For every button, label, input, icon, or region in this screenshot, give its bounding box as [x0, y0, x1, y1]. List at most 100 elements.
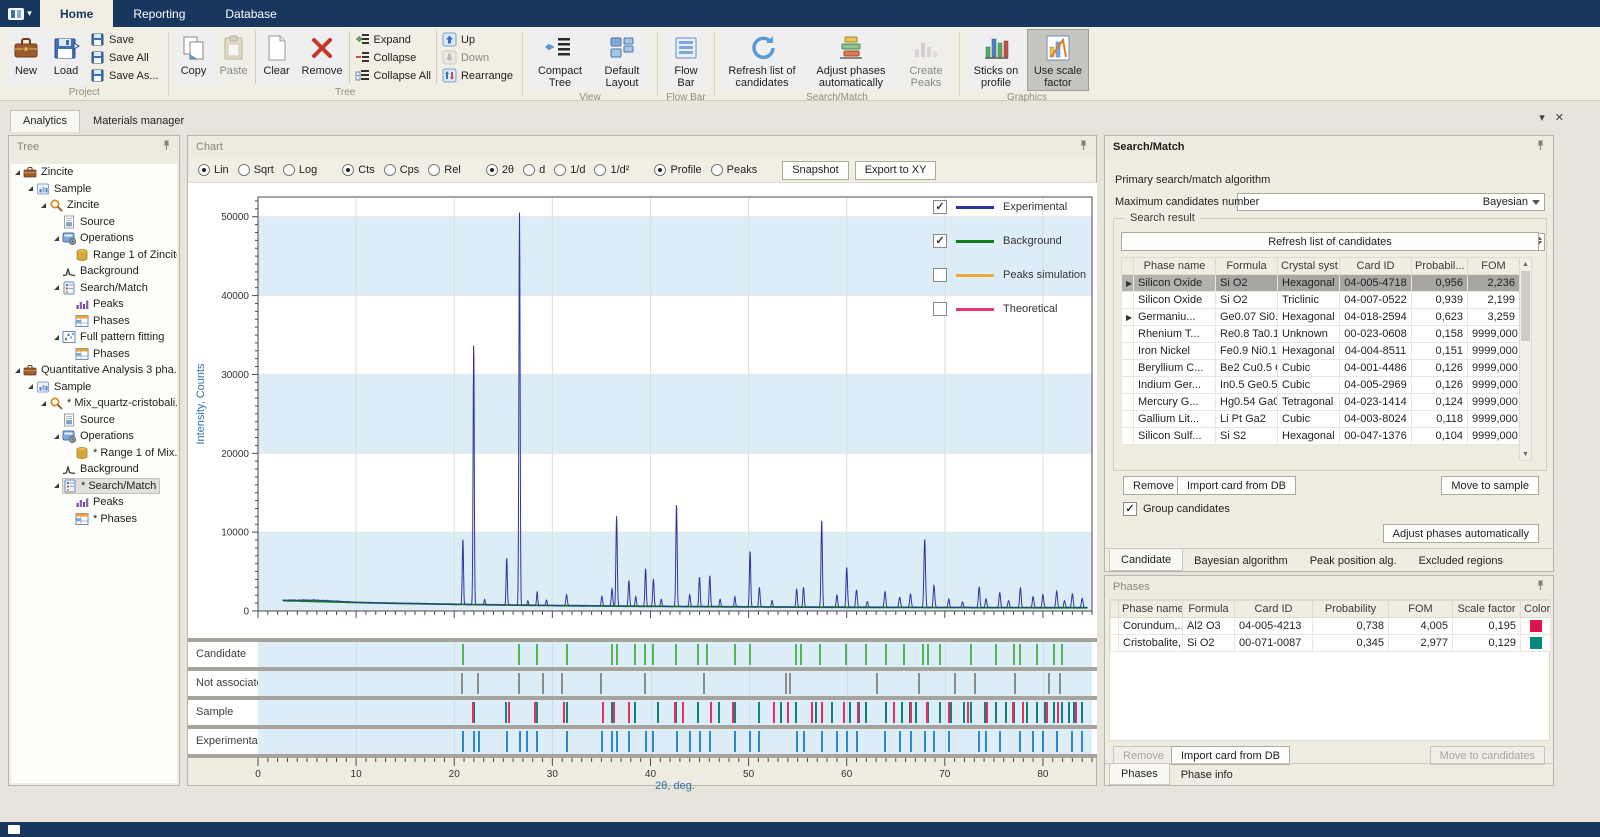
expander-icon[interactable] — [54, 285, 59, 290]
column-header-formula[interactable]: Formula — [1183, 601, 1235, 618]
snapshot-button[interactable]: Snapshot — [782, 161, 848, 180]
ribbon-button-load[interactable]: Load — [46, 29, 86, 86]
ribbon-button-flow-bar[interactable]: Flow Bar — [663, 29, 709, 91]
pin-icon[interactable] — [162, 140, 171, 154]
phases-tab-phases[interactable]: Phases — [1109, 764, 1170, 785]
tree-item-mix-quartz-cristobali[interactable]: * Mix_quartz-cristobali... — [11, 395, 177, 412]
ribbon-button-clear[interactable]: Clear — [257, 29, 297, 86]
candidate-row[interactable]: Beryllium C...Be2 Cu0.5 G...Cubic04-001-… — [1122, 360, 1520, 377]
column-header-scale-factor[interactable]: Scale factor — [1453, 601, 1521, 618]
ribbon-button-save[interactable]: Save — [86, 31, 163, 49]
tree-item-phases[interactable]: Phases — [11, 346, 177, 363]
phase-row[interactable]: Corundum,...Al2 O304-005-42130,7384,0050… — [1111, 618, 1551, 635]
ribbon-button-expand[interactable]: Expand — [351, 31, 435, 49]
tree-item-phases[interactable]: * Phases — [11, 511, 177, 528]
column-header-probability[interactable]: Probability — [1313, 601, 1389, 618]
display-radio-peaks[interactable]: Peaks — [711, 164, 758, 176]
candidate-row[interactable]: Mercury G...Hg0.54 Ga0....Tetragonal04-0… — [1122, 394, 1520, 411]
ribbon-button-rearrange[interactable]: Rearrange — [438, 67, 517, 85]
scale-radio-sqrt[interactable]: Sqrt — [238, 164, 274, 176]
legend-checkbox-background[interactable] — [933, 234, 947, 248]
expander-icon[interactable] — [15, 368, 20, 373]
move-to-sample-button[interactable]: Move to sample — [1441, 476, 1539, 495]
ribbon-button-paste[interactable]: Paste — [214, 29, 254, 86]
expander-icon[interactable] — [41, 203, 46, 208]
searchmatch-tab-candidate[interactable]: Candidate — [1109, 550, 1183, 571]
table-scrollbar[interactable]: ▲▼ — [1519, 257, 1532, 461]
column-header-card-id[interactable]: Card ID — [1235, 601, 1313, 618]
doc-tab-analytics[interactable]: Analytics — [10, 110, 80, 132]
expander-icon[interactable] — [54, 236, 59, 241]
menu-tab-reporting[interactable]: Reporting — [113, 0, 205, 27]
menu-tab-home[interactable]: Home — [40, 0, 113, 27]
searchmatch-tab-excluded-regions[interactable]: Excluded regions — [1408, 551, 1514, 571]
ribbon-button-down[interactable]: Down — [438, 49, 517, 67]
phases-tab-phase-info[interactable]: Phase info — [1170, 765, 1244, 785]
expander-icon[interactable] — [54, 434, 59, 439]
column-header-crystal-syst[interactable]: Crystal syst... — [1278, 258, 1340, 275]
column-header-fom[interactable]: FOM — [1389, 601, 1453, 618]
legend-checkbox-peaks-simulation[interactable] — [933, 268, 947, 282]
algorithm-select[interactable]: Bayesian — [1237, 193, 1545, 211]
tree-item-zincite[interactable]: Zincite — [11, 197, 177, 214]
import-card-button[interactable]: Import card from DB — [1177, 476, 1296, 495]
xaxis-radio-2[interactable]: 2θ — [486, 164, 514, 176]
pin-icon[interactable] — [1536, 580, 1545, 594]
xaxis-radio-d[interactable]: d — [523, 164, 545, 176]
candidate-row[interactable]: Rhenium T...Re0.8 Ta0.1...Unknown00-023-… — [1122, 326, 1520, 343]
searchmatch-tab-bayesian-algorithm[interactable]: Bayesian algorithm — [1183, 551, 1299, 571]
units-radio-rel[interactable]: Rel — [428, 164, 461, 176]
units-radio-cps[interactable]: Cps — [384, 164, 420, 176]
tree-item-phases[interactable]: Phases — [11, 313, 177, 330]
app-menu-button[interactable]: ▾ — [0, 0, 40, 27]
column-header-color[interactable]: Color — [1521, 601, 1551, 618]
tree-item-search-match[interactable]: Search/Match — [11, 280, 177, 297]
candidate-row[interactable]: ▶Germaniu...Ge0.07 Si0.9...Hexagonal04-0… — [1122, 309, 1520, 326]
xaxis-radio-1-d[interactable]: 1/d² — [594, 164, 629, 176]
ribbon-button-new[interactable]: New — [6, 29, 46, 86]
candidate-row[interactable]: Silicon OxideSi O2Triclinic04-007-05220,… — [1122, 292, 1520, 309]
ribbon-button-sticks-on-profile[interactable]: Sticks on profile — [965, 29, 1027, 91]
ribbon-button-copy[interactable]: Copy — [174, 29, 214, 86]
ribbon-button-adjust-phases-automatically[interactable]: Adjust phases automatically — [804, 29, 898, 91]
tree-item-sample[interactable]: Sample — [11, 379, 177, 396]
tree-item-peaks[interactable]: Peaks — [11, 296, 177, 313]
ribbon-button-compact-tree[interactable]: Compact Tree — [528, 29, 592, 91]
pin-icon[interactable] — [1536, 140, 1545, 154]
scale-radio-log[interactable]: Log — [283, 164, 317, 176]
expander-icon[interactable] — [28, 186, 33, 191]
ribbon-button-save-as[interactable]: Save As... — [86, 67, 163, 85]
tree-item-background[interactable]: Background — [11, 461, 177, 478]
candidate-row[interactable]: Silicon Sulf...Si S2Hexagonal00-047-1376… — [1122, 428, 1520, 445]
column-header-fom[interactable]: FOM — [1468, 258, 1520, 275]
row-expander-icon[interactable]: ▶ — [1126, 313, 1132, 322]
tree-item-peaks[interactable]: Peaks — [11, 494, 177, 511]
expander-icon[interactable] — [28, 384, 33, 389]
column-header-phase-name[interactable]: Phase name — [1134, 258, 1216, 275]
tree-item-zincite[interactable]: Zincite — [11, 164, 177, 181]
expander-icon[interactable] — [54, 335, 59, 340]
phase-row[interactable]: Cristobalite,...Si O200-071-00870,3452,9… — [1111, 635, 1551, 652]
pin-icon[interactable] — [1079, 140, 1088, 154]
tabgroup-close-icon[interactable]: ✕ — [1555, 111, 1564, 124]
tree-item-operations[interactable]: Operations — [11, 428, 177, 445]
tree-item-operations[interactable]: Operations — [11, 230, 177, 247]
expander-icon[interactable] — [54, 483, 59, 488]
column-header-probabil[interactable]: Probabil... ▼ — [1412, 258, 1468, 275]
units-radio-cts[interactable]: Cts — [342, 164, 375, 176]
tree-item-range-1-of-mix[interactable]: * Range 1 of Mix.... — [11, 445, 177, 462]
candidate-row[interactable]: Gallium Lit...Li Pt Ga2Cubic04-003-80240… — [1122, 411, 1520, 428]
scale-radio-lin[interactable]: Lin — [198, 164, 229, 176]
display-radio-profile[interactable]: Profile — [654, 164, 701, 176]
ribbon-button-collapse-all[interactable]: Collapse All — [351, 67, 435, 85]
searchmatch-tab-peak-position-alg[interactable]: Peak position alg. — [1299, 551, 1408, 571]
ribbon-button-create-peaks[interactable]: Create Peaks — [898, 29, 954, 91]
tree-item-full-pattern-fitting[interactable]: Full pattern fitting — [11, 329, 177, 346]
tree-item-range-1-of-zincite[interactable]: Range 1 of Zincite — [11, 247, 177, 264]
tree-item-background[interactable]: Background — [11, 263, 177, 280]
tree-item-quantitative-analysis-3-pha[interactable]: Quantitative Analysis 3 pha... — [11, 362, 177, 379]
tree-item-source[interactable]: Source — [11, 214, 177, 231]
column-header-card-id[interactable]: Card ID — [1340, 258, 1412, 275]
tree-item-source[interactable]: Source — [11, 412, 177, 429]
expander-icon[interactable] — [41, 401, 46, 406]
